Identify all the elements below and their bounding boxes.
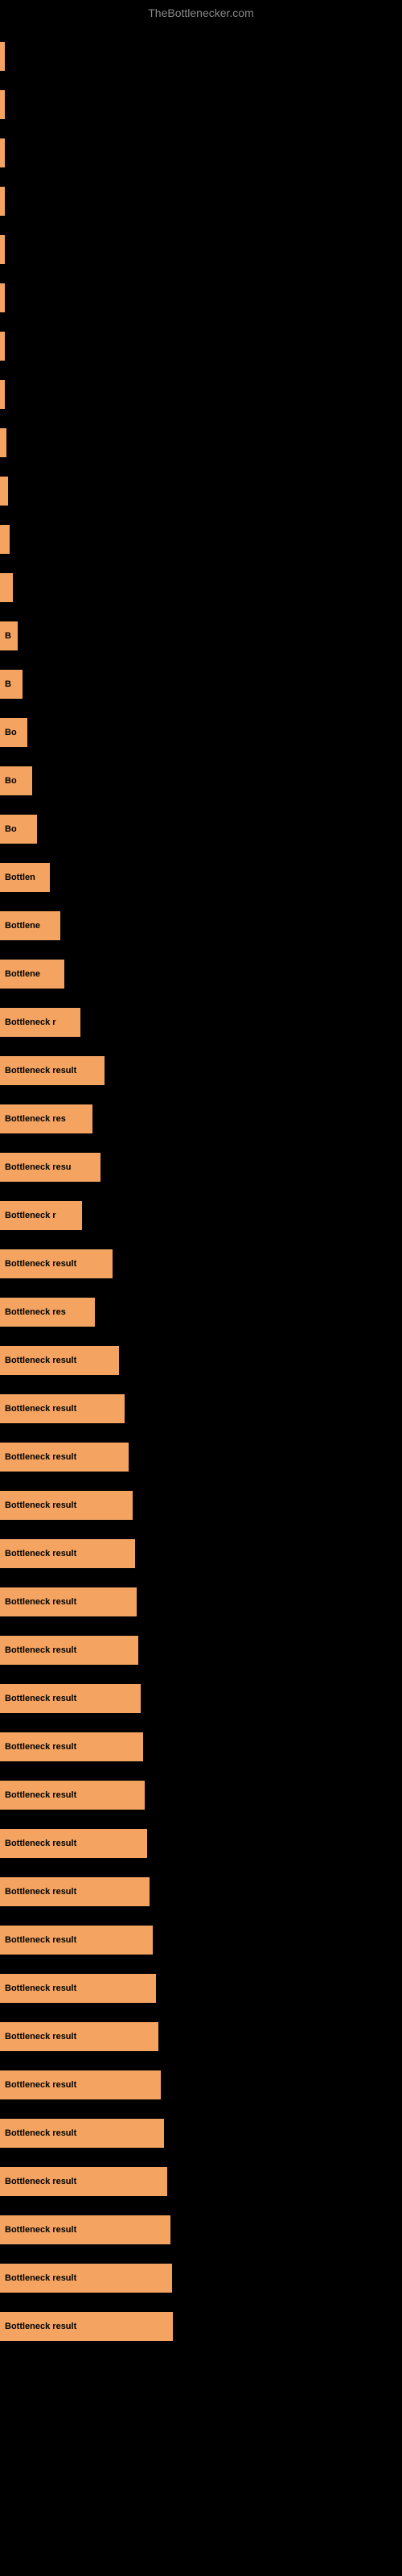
result-bar	[0, 235, 5, 264]
bar-row: Bottleneck resu	[0, 1145, 402, 1190]
result-bar	[0, 138, 5, 167]
result-bar: Bo	[0, 815, 37, 844]
bar-row: Bottleneck res	[0, 1096, 402, 1141]
result-bar: Bottleneck result	[0, 2167, 167, 2196]
result-bar: Bottleneck resu	[0, 1153, 100, 1182]
bar-row	[0, 179, 402, 224]
result-bar: Bo	[0, 766, 32, 795]
result-bar	[0, 573, 13, 602]
bar-row: Bottleneck result	[0, 1676, 402, 1721]
result-bar: Bottlen	[0, 863, 50, 892]
bar-row: Bottleneck result	[0, 1966, 402, 2011]
bar-row: Bottleneck r	[0, 1193, 402, 1238]
result-bar: Bottleneck result	[0, 1587, 137, 1616]
bar-row: Bottleneck result	[0, 1386, 402, 1431]
bar-row	[0, 34, 402, 79]
bar-row: Bottleneck result	[0, 1724, 402, 1769]
bar-row: Bottleneck result	[0, 1821, 402, 1866]
result-bar: Bottleneck result	[0, 1443, 129, 1472]
bar-row: Bottleneck result	[0, 2304, 402, 2349]
bar-row	[0, 372, 402, 417]
bar-row	[0, 275, 402, 320]
result-bar: Bo	[0, 718, 27, 747]
result-bar	[0, 42, 5, 71]
result-bar	[0, 428, 6, 457]
result-bar: Bottleneck result	[0, 2070, 161, 2099]
bar-row: Bottleneck result	[0, 2256, 402, 2301]
result-bar: Bottleneck result	[0, 1249, 113, 1278]
bar-row: Bottleneck r	[0, 1000, 402, 1045]
bar-row: Bottleneck result	[0, 1773, 402, 1818]
bar-row: Bottleneck result	[0, 2062, 402, 2107]
bar-row	[0, 227, 402, 272]
bar-row: Bottlene	[0, 903, 402, 948]
bar-row: B	[0, 662, 402, 707]
result-bar: Bottlene	[0, 960, 64, 989]
bar-row: Bo	[0, 758, 402, 803]
result-bar: Bottleneck result	[0, 2215, 170, 2244]
result-bar: Bottleneck result	[0, 1926, 153, 1955]
result-bar: B	[0, 621, 18, 650]
result-bar: Bottleneck result	[0, 1636, 138, 1665]
bar-row: Bottleneck result	[0, 1483, 402, 1528]
result-bar	[0, 380, 5, 409]
bar-row: Bottleneck result	[0, 2207, 402, 2252]
result-bar: Bottleneck result	[0, 2264, 172, 2293]
result-bar: Bottleneck result	[0, 1056, 105, 1085]
result-bar: Bottleneck result	[0, 2022, 158, 2051]
bar-row: Bottleneck res	[0, 1290, 402, 1335]
bar-row: B	[0, 613, 402, 658]
result-bar: Bottleneck result	[0, 1684, 141, 1713]
result-bar: Bottleneck result	[0, 1394, 125, 1423]
result-bar: Bottleneck result	[0, 2312, 173, 2341]
bars-container: BB Bo Bo Bo Bottlen Bottlene Bottlene Bottlenec…	[0, 26, 402, 2360]
result-bar: Bottleneck result	[0, 2119, 164, 2148]
result-bar: Bottleneck result	[0, 1829, 147, 1858]
bar-row: Bottlene	[0, 952, 402, 997]
result-bar: Bottleneck result	[0, 1491, 133, 1520]
result-bar	[0, 332, 5, 361]
result-bar	[0, 90, 5, 119]
result-bar	[0, 283, 5, 312]
bar-row: Bo	[0, 807, 402, 852]
result-bar: Bottleneck res	[0, 1104, 92, 1133]
bar-row: Bo	[0, 710, 402, 755]
result-bar: Bottleneck res	[0, 1298, 95, 1327]
result-bar: Bottleneck result	[0, 1877, 150, 1906]
bar-row: Bottleneck result	[0, 2159, 402, 2204]
bar-row	[0, 324, 402, 369]
result-bar	[0, 477, 8, 506]
result-bar: B	[0, 670, 23, 699]
result-bar: Bottlene	[0, 911, 60, 940]
bar-row: Bottleneck result	[0, 1579, 402, 1624]
result-bar: Bottleneck r	[0, 1201, 82, 1230]
bar-row: Bottleneck result	[0, 2014, 402, 2059]
bar-row: Bottleneck result	[0, 1048, 402, 1093]
result-bar: Bottleneck result	[0, 1732, 143, 1761]
bar-row: Bottleneck result	[0, 1338, 402, 1383]
bar-row: Bottleneck result	[0, 1869, 402, 1914]
bar-row	[0, 82, 402, 127]
bar-row: Bottleneck result	[0, 1531, 402, 1576]
bar-row	[0, 517, 402, 562]
result-bar: Bottleneck result	[0, 1781, 145, 1810]
bar-row	[0, 130, 402, 175]
bar-row: Bottleneck result	[0, 2111, 402, 2156]
bar-row: Bottlen	[0, 855, 402, 900]
result-bar: Bottleneck r	[0, 1008, 80, 1037]
bar-row	[0, 469, 402, 514]
bar-row: Bottleneck result	[0, 1241, 402, 1286]
site-title: TheBottlenecker.com	[0, 0, 402, 26]
result-bar	[0, 187, 5, 216]
bar-row	[0, 420, 402, 465]
result-bar: Bottleneck result	[0, 1539, 135, 1568]
result-bar	[0, 525, 10, 554]
bar-row	[0, 565, 402, 610]
bar-row: Bottleneck result	[0, 1628, 402, 1673]
result-bar: Bottleneck result	[0, 1974, 156, 2003]
bar-row: Bottleneck result	[0, 1435, 402, 1480]
bar-row: Bottleneck result	[0, 1918, 402, 1963]
result-bar: Bottleneck result	[0, 1346, 119, 1375]
